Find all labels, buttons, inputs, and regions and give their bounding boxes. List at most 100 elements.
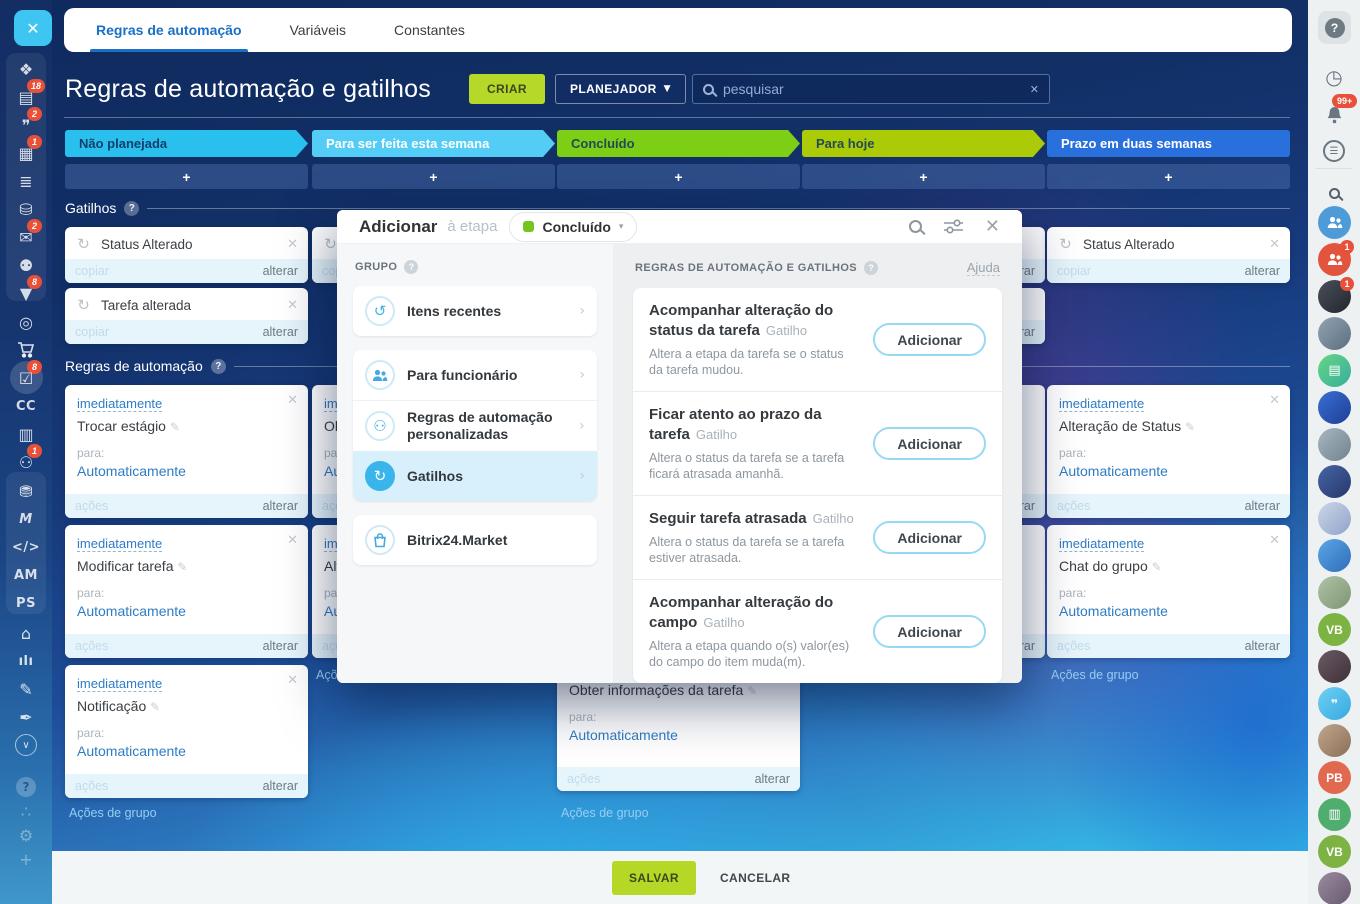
drive-icon[interactable]: ⛁ bbox=[0, 196, 52, 222]
change-link[interactable]: alterar bbox=[263, 264, 298, 278]
add-rule-column-2[interactable]: + bbox=[312, 164, 555, 189]
avatar[interactable] bbox=[1318, 576, 1351, 609]
cancel-button[interactable]: CANCELAR bbox=[720, 871, 791, 885]
copy-link[interactable]: copiar bbox=[1057, 264, 1091, 278]
edit-pencil-icon[interactable]: ✎ bbox=[150, 700, 160, 714]
avatar[interactable] bbox=[1318, 872, 1351, 904]
stage-selector-pill[interactable]: Concluído ▾ bbox=[509, 212, 637, 242]
automation-robot-icon[interactable]: ⚇1 bbox=[0, 449, 52, 475]
settings-gear-icon[interactable]: ⚙ bbox=[0, 822, 52, 848]
sidebar-item-cc[interactable]: CC bbox=[0, 393, 52, 419]
stage-para-ser-feita[interactable]: Para ser feita esta semana bbox=[312, 130, 555, 157]
avatar[interactable]: VB bbox=[1318, 835, 1351, 868]
trigger-card[interactable]: ↻ Status Alterado ✕ copiaralterar bbox=[1047, 227, 1290, 283]
change-link[interactable]: alterar bbox=[1245, 639, 1280, 653]
calendar-icon[interactable]: ▦1 bbox=[0, 140, 52, 166]
change-link[interactable]: alterar bbox=[263, 325, 298, 339]
tab-variables[interactable]: Variáveis bbox=[290, 8, 347, 52]
rule-card[interactable]: ✕ imediatamente Chat do grupo ✎ para: Au… bbox=[1047, 525, 1290, 658]
history-clock-icon[interactable]: ◷ bbox=[1308, 62, 1360, 92]
network-icon[interactable]: ❖ bbox=[0, 56, 52, 82]
tab-automation-rules[interactable]: Regras de automação bbox=[96, 8, 242, 52]
automatically-link[interactable]: Automaticamente bbox=[77, 603, 186, 619]
avatar[interactable] bbox=[1318, 724, 1351, 757]
group-item-employee[interactable]: Para funcionário › bbox=[353, 350, 597, 400]
avatar[interactable] bbox=[1318, 428, 1351, 461]
delete-icon[interactable]: ✕ bbox=[287, 299, 298, 312]
rules-help-icon[interactable]: ? bbox=[211, 359, 226, 374]
actions-link[interactable]: ações bbox=[567, 772, 600, 786]
modal-filter-icon[interactable] bbox=[944, 219, 963, 234]
delete-icon[interactable]: ✕ bbox=[287, 674, 298, 687]
group-actions-link[interactable]: Ações de grupo bbox=[69, 806, 157, 820]
avatar[interactable] bbox=[1318, 206, 1351, 239]
delete-icon[interactable]: ✕ bbox=[287, 238, 298, 251]
add-rule-button[interactable]: Adicionar bbox=[873, 521, 986, 554]
marketing-target-icon[interactable]: ◎ bbox=[0, 309, 52, 335]
rule-card[interactable]: ✕ imediatamente Notificação ✎ para: Auto… bbox=[65, 665, 308, 798]
stage-prazo-duas-semanas[interactable]: Prazo em duas semanas bbox=[1047, 130, 1290, 157]
help-link[interactable]: Ajuda bbox=[967, 260, 1000, 276]
contact-card-icon[interactable]: ▥ bbox=[0, 421, 52, 447]
actions-link[interactable]: ações bbox=[75, 499, 108, 513]
chat-icon[interactable]: ❞2 bbox=[0, 112, 52, 138]
add-rule-button[interactable]: Adicionar bbox=[873, 323, 986, 356]
group-actions-link[interactable]: Ações de grupo bbox=[1051, 668, 1139, 682]
edit-pencil-icon[interactable]: ✎ bbox=[1152, 560, 1162, 574]
modal-close-icon[interactable]: ✕ bbox=[985, 216, 1000, 237]
notifications-bell-icon[interactable]: 99+ bbox=[1308, 100, 1360, 130]
change-link[interactable]: alterar bbox=[1245, 499, 1280, 513]
save-button[interactable]: SALVAR bbox=[612, 861, 696, 895]
rules-help-icon[interactable]: ? bbox=[864, 261, 878, 275]
group-item-triggers[interactable]: ↻ Gatilhos › bbox=[353, 451, 597, 501]
help-button[interactable]: ? bbox=[1318, 11, 1351, 44]
trigger-card[interactable]: ↻ Tarefa alterada ✕ copiaralterar bbox=[65, 288, 308, 344]
shop-cart-icon[interactable] bbox=[0, 337, 52, 363]
rule-card[interactable]: ✕ imediatamente Trocar estágio ✎ para: A… bbox=[65, 385, 308, 518]
actions-link[interactable]: ações bbox=[75, 639, 108, 653]
avatar[interactable] bbox=[1318, 391, 1351, 424]
sign-pen-icon[interactable]: ✒ bbox=[0, 704, 52, 730]
group-actions-link[interactable]: Ações de grupo bbox=[561, 806, 649, 820]
group-help-icon[interactable]: ? bbox=[404, 260, 418, 274]
add-rule-column-5[interactable]: + bbox=[1047, 164, 1290, 189]
sidebar-search-icon[interactable] bbox=[1308, 178, 1360, 208]
messenger-icon[interactable]: ☰ bbox=[1308, 136, 1360, 166]
trigger-card[interactable]: ↻ Status Alterado ✕ copiaralterar bbox=[65, 227, 308, 283]
actions-link[interactable]: ações bbox=[1057, 639, 1090, 653]
triggers-help-icon[interactable]: ? bbox=[124, 201, 139, 216]
rule-timing-link[interactable]: imediatamente bbox=[1059, 396, 1144, 412]
add-rule-column-3[interactable]: + bbox=[557, 164, 800, 189]
rule-timing-link[interactable]: imediatamente bbox=[77, 396, 162, 412]
add-plus-icon[interactable]: + bbox=[0, 846, 52, 872]
avatar[interactable]: 1 bbox=[1318, 280, 1351, 313]
stage-nao-planejada[interactable]: Não planejada bbox=[65, 130, 308, 157]
change-link[interactable]: alterar bbox=[1245, 264, 1280, 278]
delete-icon[interactable]: ✕ bbox=[287, 534, 298, 547]
delete-icon[interactable]: ✕ bbox=[287, 394, 298, 407]
feed-icon[interactable]: ▤18 bbox=[0, 84, 52, 110]
stage-para-hoje[interactable]: Para hoje bbox=[802, 130, 1045, 157]
create-button[interactable]: CRIAR bbox=[469, 74, 545, 104]
avatar[interactable]: ▤ bbox=[1318, 354, 1351, 387]
avatar[interactable] bbox=[1318, 650, 1351, 683]
rule-card[interactable]: ✕ imediatamente Modificar tarefa ✎ para:… bbox=[65, 525, 308, 658]
analytics-chart-icon[interactable]: ılı bbox=[0, 648, 52, 674]
automatically-link[interactable]: Automaticamente bbox=[77, 463, 186, 479]
avatar[interactable]: ❞ bbox=[1318, 687, 1351, 720]
copy-link[interactable]: copiar bbox=[75, 325, 109, 339]
sitemap-icon[interactable]: ∴ bbox=[0, 798, 52, 824]
avatar[interactable]: 1 bbox=[1318, 243, 1351, 276]
avatar[interactable]: ▥ bbox=[1318, 798, 1351, 831]
help-icon[interactable]: ? bbox=[0, 774, 52, 800]
sidebar-item-ps[interactable]: PS bbox=[0, 590, 52, 616]
rule-card[interactable]: ✕ imediatamente Alteração de Status ✎ pa… bbox=[1047, 385, 1290, 518]
sidebar-item-am[interactable]: AM bbox=[0, 562, 52, 588]
add-rule-column-4[interactable]: + bbox=[802, 164, 1045, 189]
menu-close-button[interactable]: ✕ bbox=[14, 10, 52, 46]
groups-icon[interactable]: ⚉ bbox=[0, 252, 52, 278]
search-input[interactable] bbox=[723, 81, 1021, 97]
group-item-recent[interactable]: ↺ Itens recentes › bbox=[353, 286, 597, 336]
delete-icon[interactable]: ✕ bbox=[1269, 534, 1280, 547]
modal-search-icon[interactable] bbox=[909, 220, 922, 233]
